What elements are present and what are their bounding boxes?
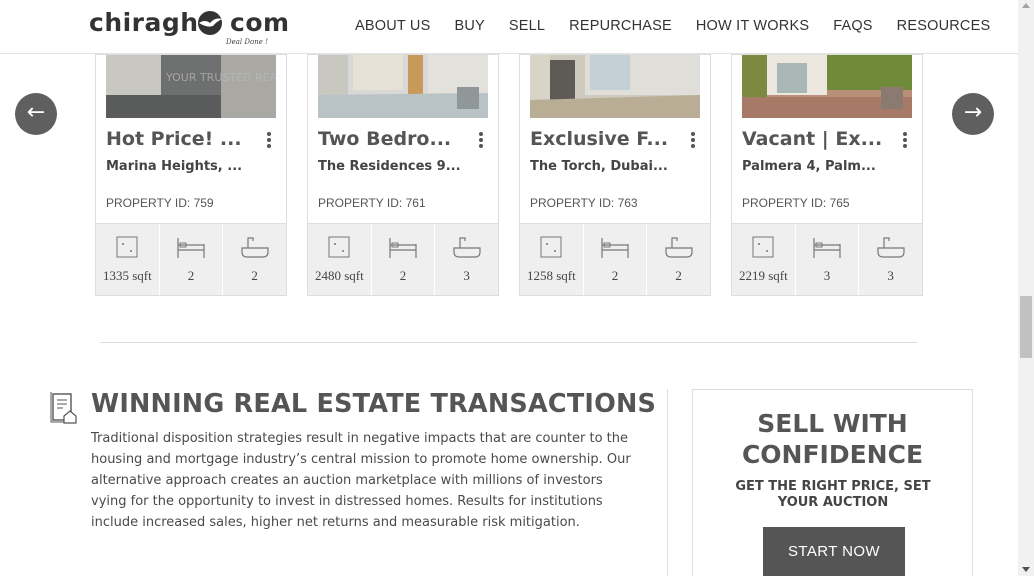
bed-icon <box>177 238 205 258</box>
property-id: PROPERTY ID: 759 <box>106 196 214 210</box>
nav-resources[interactable]: RESOURCES <box>897 18 991 34</box>
svg-text:YOUR TRUSTED REALTOR: YOUR TRUSTED REALTOR <box>165 71 276 84</box>
section-divider <box>100 342 917 343</box>
stat-baths-value: 2 <box>675 268 682 283</box>
sell-cta-box: SELL WITH CONFIDENCE GET THE RIGHT PRICE… <box>692 389 973 576</box>
stat-baths: 3 <box>859 224 922 295</box>
property-location: Marina Heights, ... <box>106 159 243 174</box>
more-options-icon[interactable] <box>266 132 272 150</box>
property-photo[interactable] <box>318 55 488 118</box>
property-stats: 1258 sqft 2 2 <box>520 223 710 295</box>
property-card[interactable]: Exclusive F... The Torch, Dubai... PROPE… <box>519 54 711 296</box>
scroll-thumb[interactable] <box>1020 296 1032 358</box>
stat-baths-value: 3 <box>887 268 894 283</box>
property-title[interactable]: Exclusive F... <box>530 128 680 150</box>
stat-beds-value: 2 <box>399 268 407 283</box>
stat-baths: 3 <box>435 224 498 295</box>
stat-baths: 2 <box>647 224 710 295</box>
property-title[interactable]: Hot Price! ... <box>106 128 256 150</box>
bathtub-icon <box>665 237 693 258</box>
winning-title: WINNING REAL ESTATE TRANSACTIONS <box>91 389 657 419</box>
area-icon <box>328 236 350 258</box>
stat-baths-value: 3 <box>463 268 470 283</box>
sell-title-line1: SELL WITH <box>757 409 908 438</box>
stat-area: 2219 sqft <box>732 224 796 295</box>
site-header: chiragh com Deal Done ! ABOUT US BUY SEL… <box>0 0 1018 54</box>
logo-text-right: com <box>230 8 290 37</box>
property-photo[interactable] <box>742 55 912 118</box>
property-photo[interactable] <box>530 55 700 118</box>
logo-tagline: Deal Done ! <box>226 38 268 46</box>
stat-baths-value: 2 <box>251 268 258 283</box>
nav-how-it-works[interactable]: HOW IT WORKS <box>696 18 809 34</box>
sell-title-line2: CONFIDENCE <box>741 440 924 469</box>
area-icon <box>540 236 562 258</box>
nav-repurchase[interactable]: REPURCHASE <box>569 18 672 34</box>
property-card[interactable]: Vacant | Ex... Palmera 4, Palm... PROPER… <box>731 54 923 296</box>
property-title[interactable]: Two Bedro... <box>318 128 468 150</box>
nav-buy[interactable]: BUY <box>454 18 484 34</box>
carousel-next-button[interactable]: → <box>952 93 994 135</box>
stat-beds: 3 <box>796 224 860 295</box>
property-id: PROPERTY ID: 765 <box>742 196 850 210</box>
logo-text-left: chiragh <box>89 8 199 37</box>
nav-sell[interactable]: SELL <box>509 18 545 34</box>
logo-bird-icon <box>198 11 222 35</box>
stat-area-value: 1258 sqft <box>526 268 576 283</box>
bathtub-icon <box>877 237 905 258</box>
stat-area-value: 2219 sqft <box>738 268 788 283</box>
bed-icon <box>389 238 417 258</box>
more-options-icon[interactable] <box>902 132 908 150</box>
property-id: PROPERTY ID: 761 <box>318 196 426 210</box>
carousel-prev-button[interactable]: ← <box>15 93 57 135</box>
page-scrollbar[interactable] <box>1018 0 1034 576</box>
stat-beds: 2 <box>372 224 436 295</box>
start-now-button[interactable]: START NOW <box>763 527 905 576</box>
property-card[interactable]: YOUR TRUSTED REALTOR Hot Price! ... Mari… <box>95 54 287 296</box>
nav-about-us[interactable]: ABOUT US <box>355 18 430 34</box>
bathtub-icon <box>453 237 481 258</box>
scroll-down-arrow-icon[interactable] <box>1022 567 1030 572</box>
nav-faqs[interactable]: FAQS <box>833 18 872 34</box>
property-card[interactable]: Two Bedro... The Residences 9... PROPERT… <box>307 54 499 296</box>
winning-body: Traditional disposition strategies resul… <box>91 431 631 530</box>
stat-beds-value: 2 <box>187 268 195 283</box>
property-photo[interactable]: YOUR TRUSTED REALTOR <box>106 55 276 118</box>
property-location: Palmera 4, Palm... <box>742 159 876 174</box>
property-id: PROPERTY ID: 763 <box>530 196 638 210</box>
property-stats: 2480 sqft 2 3 <box>308 223 498 295</box>
stat-area-value: 2480 sqft <box>314 268 364 283</box>
stat-baths: 2 <box>223 224 286 295</box>
stat-area: 1258 sqft <box>520 224 584 295</box>
property-title[interactable]: Vacant | Ex... <box>742 128 892 150</box>
property-stats: 1335 sqft 2 2 <box>96 223 286 295</box>
more-options-icon[interactable] <box>690 132 696 150</box>
stat-area: 2480 sqft <box>308 224 372 295</box>
stat-beds-value: 3 <box>823 268 831 283</box>
bathtub-icon <box>241 237 269 258</box>
document-house-icon <box>50 392 77 424</box>
stat-beds: 2 <box>160 224 224 295</box>
property-location: The Torch, Dubai... <box>530 159 668 174</box>
stat-area: 1335 sqft <box>96 224 160 295</box>
bed-icon <box>813 238 841 258</box>
stat-area-value: 1335 sqft <box>102 268 152 283</box>
stat-beds: 2 <box>584 224 648 295</box>
sell-title: SELL WITH CONFIDENCE <box>693 408 972 470</box>
bed-icon <box>601 238 629 258</box>
vertical-divider <box>667 389 668 576</box>
area-icon <box>116 236 138 258</box>
more-options-icon[interactable] <box>478 132 484 150</box>
sell-subtitle: GET THE RIGHT PRICE, SET YOUR AUCTION <box>735 479 931 510</box>
property-stats: 2219 sqft 3 3 <box>732 223 922 295</box>
scroll-up-arrow-icon[interactable] <box>1022 3 1030 8</box>
property-location: The Residences 9... <box>318 159 461 174</box>
main-nav: ABOUT US BUY SELL REPURCHASE HOW IT WORK… <box>355 18 1014 34</box>
stat-beds-value: 2 <box>611 268 619 283</box>
area-icon <box>752 236 774 258</box>
